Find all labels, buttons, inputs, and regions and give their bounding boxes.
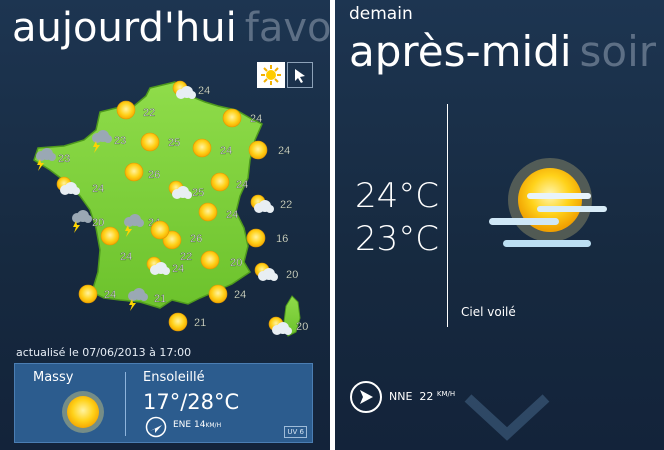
cloudy-sun-icon bbox=[254, 262, 278, 281]
sun-icon bbox=[198, 202, 218, 222]
sun-icon bbox=[168, 312, 188, 332]
station-temp: 24 bbox=[92, 183, 104, 195]
uv-index-badge: UV 6 bbox=[284, 426, 307, 438]
station-temp: 21 bbox=[194, 317, 206, 329]
map-station-25[interactable]: 20 bbox=[254, 262, 298, 281]
cursor-icon bbox=[295, 69, 305, 83]
wind-unit: KM/H bbox=[205, 422, 222, 429]
vertical-divider bbox=[447, 104, 448, 327]
sun-icon bbox=[208, 284, 228, 304]
station-temp: 24 bbox=[198, 85, 210, 97]
wind-direction: NNE bbox=[389, 390, 413, 403]
station-temp: 24 bbox=[220, 145, 232, 157]
wind-unit: KM/H bbox=[436, 390, 456, 398]
station-temp: 24 bbox=[172, 263, 184, 275]
wind-info: ENE 14KM/H bbox=[173, 420, 221, 430]
updated-timestamp: actualisé le 07/06/2013 à 17:00 bbox=[16, 346, 192, 359]
tab-evening[interactable]: soir bbox=[580, 27, 657, 76]
station-temp: 20 bbox=[286, 269, 298, 281]
station-temp: 25 bbox=[192, 187, 204, 199]
sun-filter-button[interactable] bbox=[257, 62, 285, 88]
sun-icon bbox=[222, 108, 242, 128]
sun-icon bbox=[100, 226, 120, 246]
sun-icon bbox=[210, 172, 230, 192]
sky-description: Ciel voilé bbox=[461, 305, 516, 319]
map-station-18[interactable]: 16 bbox=[246, 228, 288, 248]
tomorrow-panel: demain après-midi soir 24°C 23°C Ciel voi… bbox=[335, 0, 664, 450]
card-divider bbox=[125, 372, 126, 436]
wind-info: NNE 22 KM/H bbox=[389, 390, 455, 403]
station-temp: 20 bbox=[92, 217, 104, 229]
station-temp: 20 bbox=[296, 321, 308, 333]
condition-label: Ensoleillé bbox=[143, 370, 205, 385]
station-temp: 23 bbox=[114, 135, 126, 147]
sun-icon bbox=[62, 391, 104, 433]
station-temp: 22 bbox=[143, 107, 155, 119]
map-station-26[interactable]: 21 bbox=[168, 312, 206, 332]
station-temp: 24 bbox=[278, 145, 290, 157]
station-temp: 26 bbox=[148, 169, 160, 181]
sun-icon bbox=[248, 140, 268, 160]
temperature-high: 24°C bbox=[355, 176, 440, 216]
station-temp: 24 bbox=[104, 289, 116, 301]
station-temp: 25 bbox=[168, 137, 180, 149]
station-temp: 24 bbox=[226, 209, 238, 221]
station-temp: 24 bbox=[120, 251, 132, 263]
sun-icon bbox=[150, 220, 170, 240]
map-station-1[interactable]: 24 bbox=[172, 80, 210, 99]
wind-speed: 22 bbox=[419, 390, 434, 403]
wind-direction-icon bbox=[350, 381, 382, 413]
today-panel: aujourd'hui favo 24 22 24 23 25 24 24 23 26 25 24 24… bbox=[0, 0, 330, 450]
sun-icon bbox=[140, 132, 160, 152]
sun-icon bbox=[246, 228, 266, 248]
wind-direction-icon bbox=[145, 416, 167, 438]
map-station-7[interactable]: 24 bbox=[248, 140, 290, 160]
cursor-mode-button[interactable] bbox=[287, 62, 313, 88]
station-temp: 21 bbox=[154, 293, 166, 305]
sun-icon bbox=[116, 100, 136, 120]
sun-icon bbox=[200, 250, 220, 270]
station-temp: 24 bbox=[234, 289, 246, 301]
station-temp: 26 bbox=[190, 233, 202, 245]
station-temp: 23 bbox=[58, 153, 70, 165]
sun-icon bbox=[78, 284, 98, 304]
station-temp: 16 bbox=[276, 233, 288, 245]
station-temp: 22 bbox=[180, 251, 192, 263]
temperature-range: 17°/28°C bbox=[143, 390, 240, 414]
storm-icon bbox=[72, 210, 92, 233]
map-station-13[interactable]: 22 bbox=[250, 194, 292, 213]
station-temp: 24 bbox=[250, 113, 262, 125]
tab-afternoon[interactable]: après-midi bbox=[349, 27, 572, 76]
pivot-header-tomorrow: après-midi soir bbox=[349, 27, 656, 76]
station-temp: 20 bbox=[230, 257, 242, 269]
day-subtitle: demain bbox=[349, 4, 413, 24]
current-city-card[interactable]: Massy Ensoleillé 17°/28°C ENE 14KM/H UV … bbox=[14, 363, 313, 443]
map-station-24[interactable]: 24 bbox=[208, 284, 246, 304]
sun-icon bbox=[192, 138, 212, 158]
chevron-down-icon[interactable] bbox=[462, 392, 552, 450]
wind-direction: ENE bbox=[173, 420, 192, 430]
france-map[interactable]: 2422242325242423262524242220242426162424… bbox=[0, 0, 330, 345]
wind-speed: 14 bbox=[193, 420, 206, 430]
hazy-sun-icon bbox=[489, 158, 607, 247]
station-temp: 24 bbox=[236, 179, 248, 191]
city-name: Massy bbox=[33, 370, 74, 385]
sun-icon bbox=[124, 162, 144, 182]
station-temp: 22 bbox=[280, 199, 292, 211]
sun-icon bbox=[261, 65, 281, 85]
cloudy-sun-icon bbox=[250, 194, 274, 213]
temperature-low: 23°C bbox=[355, 219, 440, 259]
